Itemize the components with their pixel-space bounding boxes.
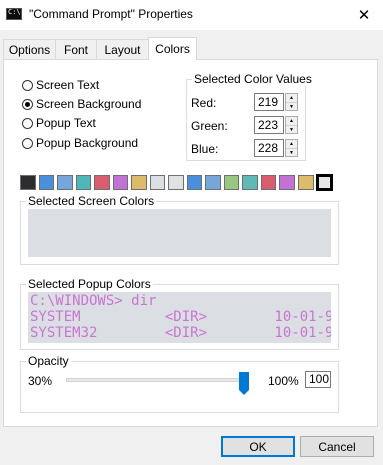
arrow-down-icon[interactable]: ▼ bbox=[286, 103, 297, 111]
opacity-min-label: 30% bbox=[28, 374, 53, 388]
radio-label: Screen Text bbox=[36, 78, 100, 92]
group-title: Opacity bbox=[26, 354, 71, 368]
color-swatch[interactable] bbox=[315, 174, 334, 191]
green-label: Green: bbox=[191, 119, 228, 133]
popup-line: C:\WINDOWS> dir bbox=[30, 293, 157, 309]
arrow-down-icon[interactable]: ▼ bbox=[286, 149, 297, 157]
close-icon[interactable]: ✕ bbox=[350, 3, 378, 27]
radio-indicator bbox=[22, 98, 33, 110]
cancel-button[interactable]: Cancel bbox=[300, 436, 374, 457]
color-swatch[interactable] bbox=[186, 175, 203, 190]
red-label: Red: bbox=[191, 96, 217, 110]
tab-font[interactable]: Font bbox=[55, 39, 97, 59]
color-swatch[interactable] bbox=[279, 175, 295, 190]
opacity-input[interactable]: 100 bbox=[305, 371, 331, 388]
window-title: "Command Prompt" Properties bbox=[29, 7, 193, 21]
color-swatch[interactable] bbox=[297, 175, 314, 190]
blue-spinner[interactable]: ▲ ▼ bbox=[285, 139, 298, 157]
arrow-down-icon[interactable]: ▼ bbox=[286, 126, 297, 134]
radio-label: Popup Text bbox=[36, 116, 96, 130]
opacity-slider-track[interactable] bbox=[66, 378, 249, 382]
group-title: Selected Popup Colors bbox=[26, 277, 153, 291]
color-swatch[interactable] bbox=[112, 175, 129, 190]
radio-screen-background[interactable]: Screen Background bbox=[22, 97, 141, 111]
opacity-max-label: 100% bbox=[268, 374, 299, 388]
popup-line: SYSTEM <DIR> 10-01-99 bbox=[30, 309, 331, 325]
group-title: Selected Screen Colors bbox=[26, 194, 157, 208]
color-swatch[interactable] bbox=[260, 175, 277, 190]
color-swatch[interactable] bbox=[205, 175, 221, 190]
red-input[interactable]: 219 bbox=[254, 93, 284, 111]
color-swatch[interactable] bbox=[149, 175, 166, 190]
blue-input[interactable]: 228 bbox=[254, 139, 284, 157]
radio-indicator bbox=[22, 137, 33, 149]
color-swatch[interactable] bbox=[38, 175, 55, 190]
tab-layout[interactable]: Layout bbox=[96, 39, 149, 59]
color-swatch[interactable] bbox=[57, 175, 73, 190]
color-swatch[interactable] bbox=[131, 175, 147, 190]
color-swatch[interactable] bbox=[94, 175, 110, 190]
console-icon bbox=[6, 8, 22, 20]
radio-indicator bbox=[22, 117, 33, 129]
radio-label: Screen Background bbox=[36, 97, 142, 111]
color-swatch[interactable] bbox=[223, 175, 240, 190]
green-input[interactable]: 223 bbox=[254, 116, 284, 134]
popup-colors-preview: C:\WINDOWS> dir SYSTEM <DIR> 10-01-99 SYST… bbox=[28, 292, 331, 343]
blue-label: Blue: bbox=[191, 142, 219, 156]
radio-popup-background[interactable]: Popup Background bbox=[22, 136, 138, 150]
screen-colors-preview bbox=[28, 209, 331, 257]
color-swatch[interactable] bbox=[20, 175, 36, 190]
green-spinner[interactable]: ▲ ▼ bbox=[285, 116, 298, 134]
color-swatch[interactable] bbox=[168, 175, 184, 190]
color-swatch[interactable] bbox=[75, 175, 92, 190]
arrow-up-icon[interactable]: ▲ bbox=[286, 140, 297, 149]
arrow-up-icon[interactable]: ▲ bbox=[286, 117, 297, 126]
ok-button[interactable]: OK bbox=[221, 436, 295, 457]
radio-popup-text[interactable]: Popup Text bbox=[22, 116, 96, 130]
radio-indicator bbox=[22, 79, 33, 91]
radio-label: Popup Background bbox=[36, 136, 139, 150]
tab-colors[interactable]: Colors bbox=[148, 37, 197, 60]
radio-screen-text[interactable]: Screen Text bbox=[22, 78, 99, 92]
tab-options[interactable]: Options bbox=[3, 39, 56, 59]
group-title: Selected Color Values bbox=[192, 72, 314, 86]
opacity-slider-thumb[interactable] bbox=[239, 372, 249, 395]
color-palette bbox=[20, 174, 335, 192]
color-swatch[interactable] bbox=[242, 175, 258, 190]
arrow-up-icon[interactable]: ▲ bbox=[286, 94, 297, 103]
red-spinner[interactable]: ▲ ▼ bbox=[285, 93, 298, 111]
popup-line: SYSTEM32 <DIR> 10-01-99 bbox=[30, 325, 331, 341]
